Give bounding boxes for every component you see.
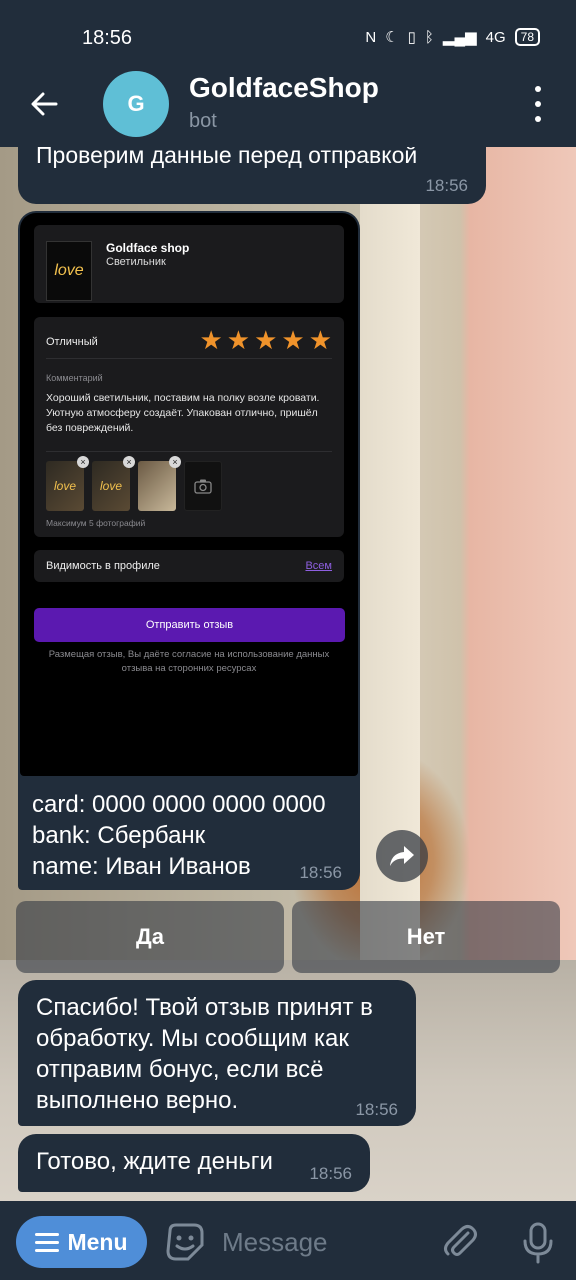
chat-title[interactable]: GoldfaceShop xyxy=(189,72,379,104)
star-icon: ★ xyxy=(199,325,223,355)
attach-button[interactable] xyxy=(440,1221,480,1261)
bluetooth-icon: ᛒ xyxy=(424,28,434,46)
message-caption: card: 0000 0000 0000 0000 bank: Сбербанк… xyxy=(32,789,326,882)
message-bubble-thanks[interactable]: Спасибо! Твой отзыв принят в обработку. … xyxy=(18,980,416,1126)
submit-review-button: Отправить отзыв xyxy=(34,608,345,642)
caption-name-line: name: Иван Иванов xyxy=(32,853,251,880)
rating-label: Отличный xyxy=(46,336,98,348)
signal-icon: ▂▄▆ xyxy=(442,29,477,46)
consent-text: Размещая отзыв, Вы даёте согласие на исп… xyxy=(48,649,330,674)
chat-subtitle: bot xyxy=(189,110,217,132)
menu-label: Menu xyxy=(67,1228,128,1255)
inline-keyboard: Да Нет xyxy=(16,901,560,973)
status-time: 18:56 xyxy=(82,27,133,49)
yes-button[interactable]: Да xyxy=(16,901,284,973)
shop-name: Goldface shop xyxy=(106,241,190,255)
review-photo: × xyxy=(138,456,181,511)
app-header: 18:56 N ☾ ▯ ᛒ ▂▄▆ 4G 78 G GoldfaceShop b… xyxy=(0,0,576,147)
emoji-button[interactable] xyxy=(164,1221,206,1263)
message-input-bar: Menu xyxy=(0,1201,576,1280)
paperclip-icon xyxy=(444,1225,477,1256)
back-arrow-icon xyxy=(31,92,58,116)
add-photo-camera-icon xyxy=(184,461,222,511)
no-button[interactable]: Нет xyxy=(292,901,560,973)
share-button[interactable] xyxy=(376,830,428,882)
network-type: 4G xyxy=(485,28,506,46)
divider xyxy=(46,451,332,452)
vibrate-icon: ▯ xyxy=(407,29,416,46)
microphone-icon xyxy=(523,1222,553,1264)
more-dot xyxy=(535,86,541,92)
menu-icon xyxy=(35,1232,60,1252)
visibility-value: Всем xyxy=(305,560,332,572)
star-icon: ★ xyxy=(254,325,278,355)
attached-screenshot[interactable]: love Goldface shop Светильник Отличный ★… xyxy=(20,213,358,776)
star-rating: ★ ★ ★ ★ ★ xyxy=(199,326,332,354)
product-image: love xyxy=(46,241,92,301)
comment-text: Хороший светильник, поставим на полку во… xyxy=(46,392,320,434)
message-time: 18:56 xyxy=(309,1164,352,1183)
message-input[interactable] xyxy=(222,1225,422,1259)
message-text: Спасибо! Твой отзыв принят в обработку. … xyxy=(36,994,373,1114)
bot-menu-button[interactable]: Menu xyxy=(16,1216,147,1268)
remove-photo-icon: × xyxy=(123,456,135,468)
review-photos: love × love × × xyxy=(46,456,222,511)
star-icon: ★ xyxy=(226,325,251,355)
battery-icon: 78 xyxy=(514,28,540,46)
product-name: Светильник xyxy=(106,256,166,268)
message-time: 18:56 xyxy=(425,176,468,195)
comment-label: Комментарий xyxy=(46,373,103,383)
review-photo: love × xyxy=(92,456,135,511)
status-icons: N ☾ ▯ ᛒ ▂▄▆ 4G 78 xyxy=(365,28,540,46)
divider xyxy=(46,358,332,359)
more-options-button[interactable] xyxy=(524,86,552,122)
caption-card-line: card: 0000 0000 0000 0000 xyxy=(32,791,326,818)
microphone-button[interactable] xyxy=(518,1221,558,1265)
nfc-icon: N xyxy=(365,28,377,46)
remove-photo-icon: × xyxy=(77,456,89,468)
more-dot xyxy=(535,116,541,122)
moon-icon: ☾ xyxy=(385,29,399,46)
message-text: Готово, ждите деньги xyxy=(36,1148,273,1175)
visibility-label: Видимость в профиле xyxy=(46,560,160,572)
more-dot xyxy=(535,101,541,107)
message-time: 18:56 xyxy=(355,1100,398,1119)
star-icon: ★ xyxy=(308,325,332,355)
review-photo: love × xyxy=(46,456,89,511)
star-icon: ★ xyxy=(281,325,305,355)
message-time: 18:56 xyxy=(299,863,342,882)
visibility-row: Видимость в профиле Всем xyxy=(34,550,344,582)
back-button[interactable] xyxy=(24,84,64,124)
sticker-emoji-icon xyxy=(166,1223,204,1261)
photos-hint: Максимум 5 фотографий xyxy=(46,518,146,528)
review-card: Отличный ★ ★ ★ ★ ★ Комментарий Хороший с… xyxy=(34,317,344,537)
product-card: love Goldface shop Светильник xyxy=(34,225,344,303)
remove-photo-icon: × xyxy=(169,456,181,468)
share-arrow-icon xyxy=(390,846,414,866)
caption-bank-line: bank: Сбербанк xyxy=(32,822,206,849)
message-bubble-done[interactable]: Готово, ждите деньги 18:56 xyxy=(18,1134,370,1192)
avatar[interactable]: G xyxy=(103,71,169,137)
